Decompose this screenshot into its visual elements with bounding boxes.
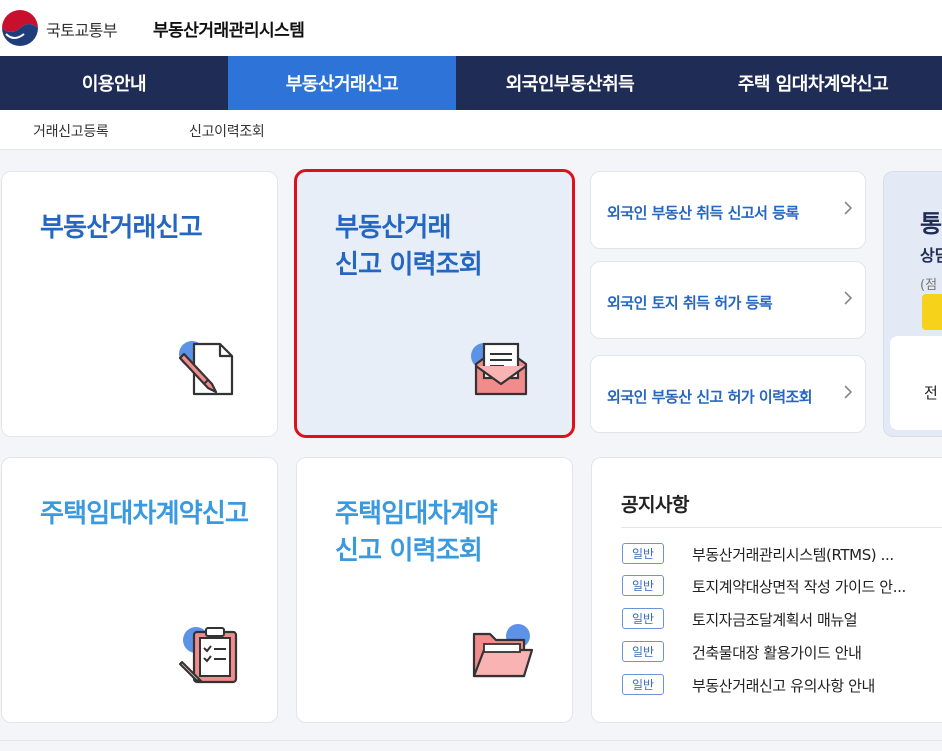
notice-text: 토지계약대상면적 작성 가이드 안... [692, 578, 906, 596]
card-lease-report-history[interactable]: 주택임대차계약 신고 이력조회 [296, 457, 573, 723]
link-label: 외국인 토지 취득 허가 등록 [607, 294, 773, 312]
clipboard-checklist-icon [179, 627, 238, 684]
link-label: 외국인 부동산 신고 허가 이력조회 [607, 388, 813, 406]
notice-text: 부동산거래신고 유의사항 안내 [692, 677, 875, 695]
subnav-report-register[interactable]: 거래신고등록 [33, 121, 109, 141]
chevron-right-icon [844, 291, 853, 305]
chevron-right-icon [844, 201, 853, 215]
pen-document-icon [178, 341, 234, 396]
card-title: 주택임대차계약 신고 이력조회 [335, 499, 498, 566]
top-bar: 국토교통부 부동산거래관리시스템 [0, 0, 942, 56]
panel-title: 통 [920, 210, 942, 238]
card-real-estate-report-history[interactable]: 부동산거래 신고 이력조회 [294, 169, 575, 438]
link-foreigner-acquisition-register[interactable]: 외국인 부동산 취득 신고서 등록 [590, 171, 866, 249]
nav-real-estate-report[interactable]: 부동산거래신고 [228, 56, 456, 110]
card-title: 부동산거래신고 [40, 213, 203, 243]
divider [0, 740, 942, 741]
notice-title: 공지사항 [621, 494, 689, 516]
main-navigation: 이용안내 부동산거래신고 외국인부동산취득 주택 임대차계약신고 [0, 56, 942, 110]
government-emblem-icon[interactable] [0, 8, 40, 48]
sub-navigation: 거래신고등록 신고이력조회 [0, 110, 942, 150]
panel-inner-text: 전 [924, 384, 938, 402]
card-title: 부동산거래 신고 이력조회 [335, 213, 483, 280]
ministry-name: 국토교통부 [46, 21, 118, 40]
nav-guide[interactable]: 이용안내 [0, 56, 228, 110]
nav-foreigner-acquisition[interactable]: 외국인부동산취득 [456, 56, 684, 110]
notice-badge: 일반 [622, 641, 664, 662]
panel-note: (점 [920, 278, 938, 293]
panel-subtitle: 상담 [920, 246, 942, 265]
card-title: 주택임대차계약신고 [40, 499, 249, 529]
system-title[interactable]: 부동산거래관리시스템 [153, 16, 305, 41]
link-label: 외국인 부동산 취득 신고서 등록 [607, 204, 799, 222]
notice-board: 공지사항 일반 부동산거래관리시스템(RTMS) ... 일반 토지계약대상면적… [591, 457, 942, 723]
nav-lease-report[interactable]: 주택 임대차계약신고 [684, 56, 942, 110]
link-foreigner-permit-history[interactable]: 외국인 부동산 신고 허가 이력조회 [590, 355, 866, 433]
notice-badge: 일반 [622, 608, 664, 629]
envelope-letter-icon [471, 342, 528, 396]
link-foreigner-land-permit[interactable]: 외국인 토지 취득 허가 등록 [590, 261, 866, 339]
chevron-right-icon [844, 385, 853, 399]
notice-badge: 일반 [622, 575, 664, 596]
notice-text: 부동산거래관리시스템(RTMS) ... [692, 546, 894, 564]
panel-inner-box[interactable]: 전 [890, 336, 942, 430]
notice-text: 토지자금조달계획서 매뉴얼 [692, 611, 858, 629]
folder-icon [472, 624, 534, 678]
kakao-chat-icon[interactable] [922, 294, 942, 330]
notice-badge: 일반 [622, 674, 664, 695]
subnav-report-history[interactable]: 신고이력조회 [189, 121, 265, 141]
divider [621, 527, 942, 528]
notice-text: 건축물대장 활용가이드 안내 [692, 644, 862, 662]
consultation-panel[interactable]: 통 상담 (점 전 [883, 171, 942, 437]
notice-badge: 일반 [622, 543, 664, 564]
